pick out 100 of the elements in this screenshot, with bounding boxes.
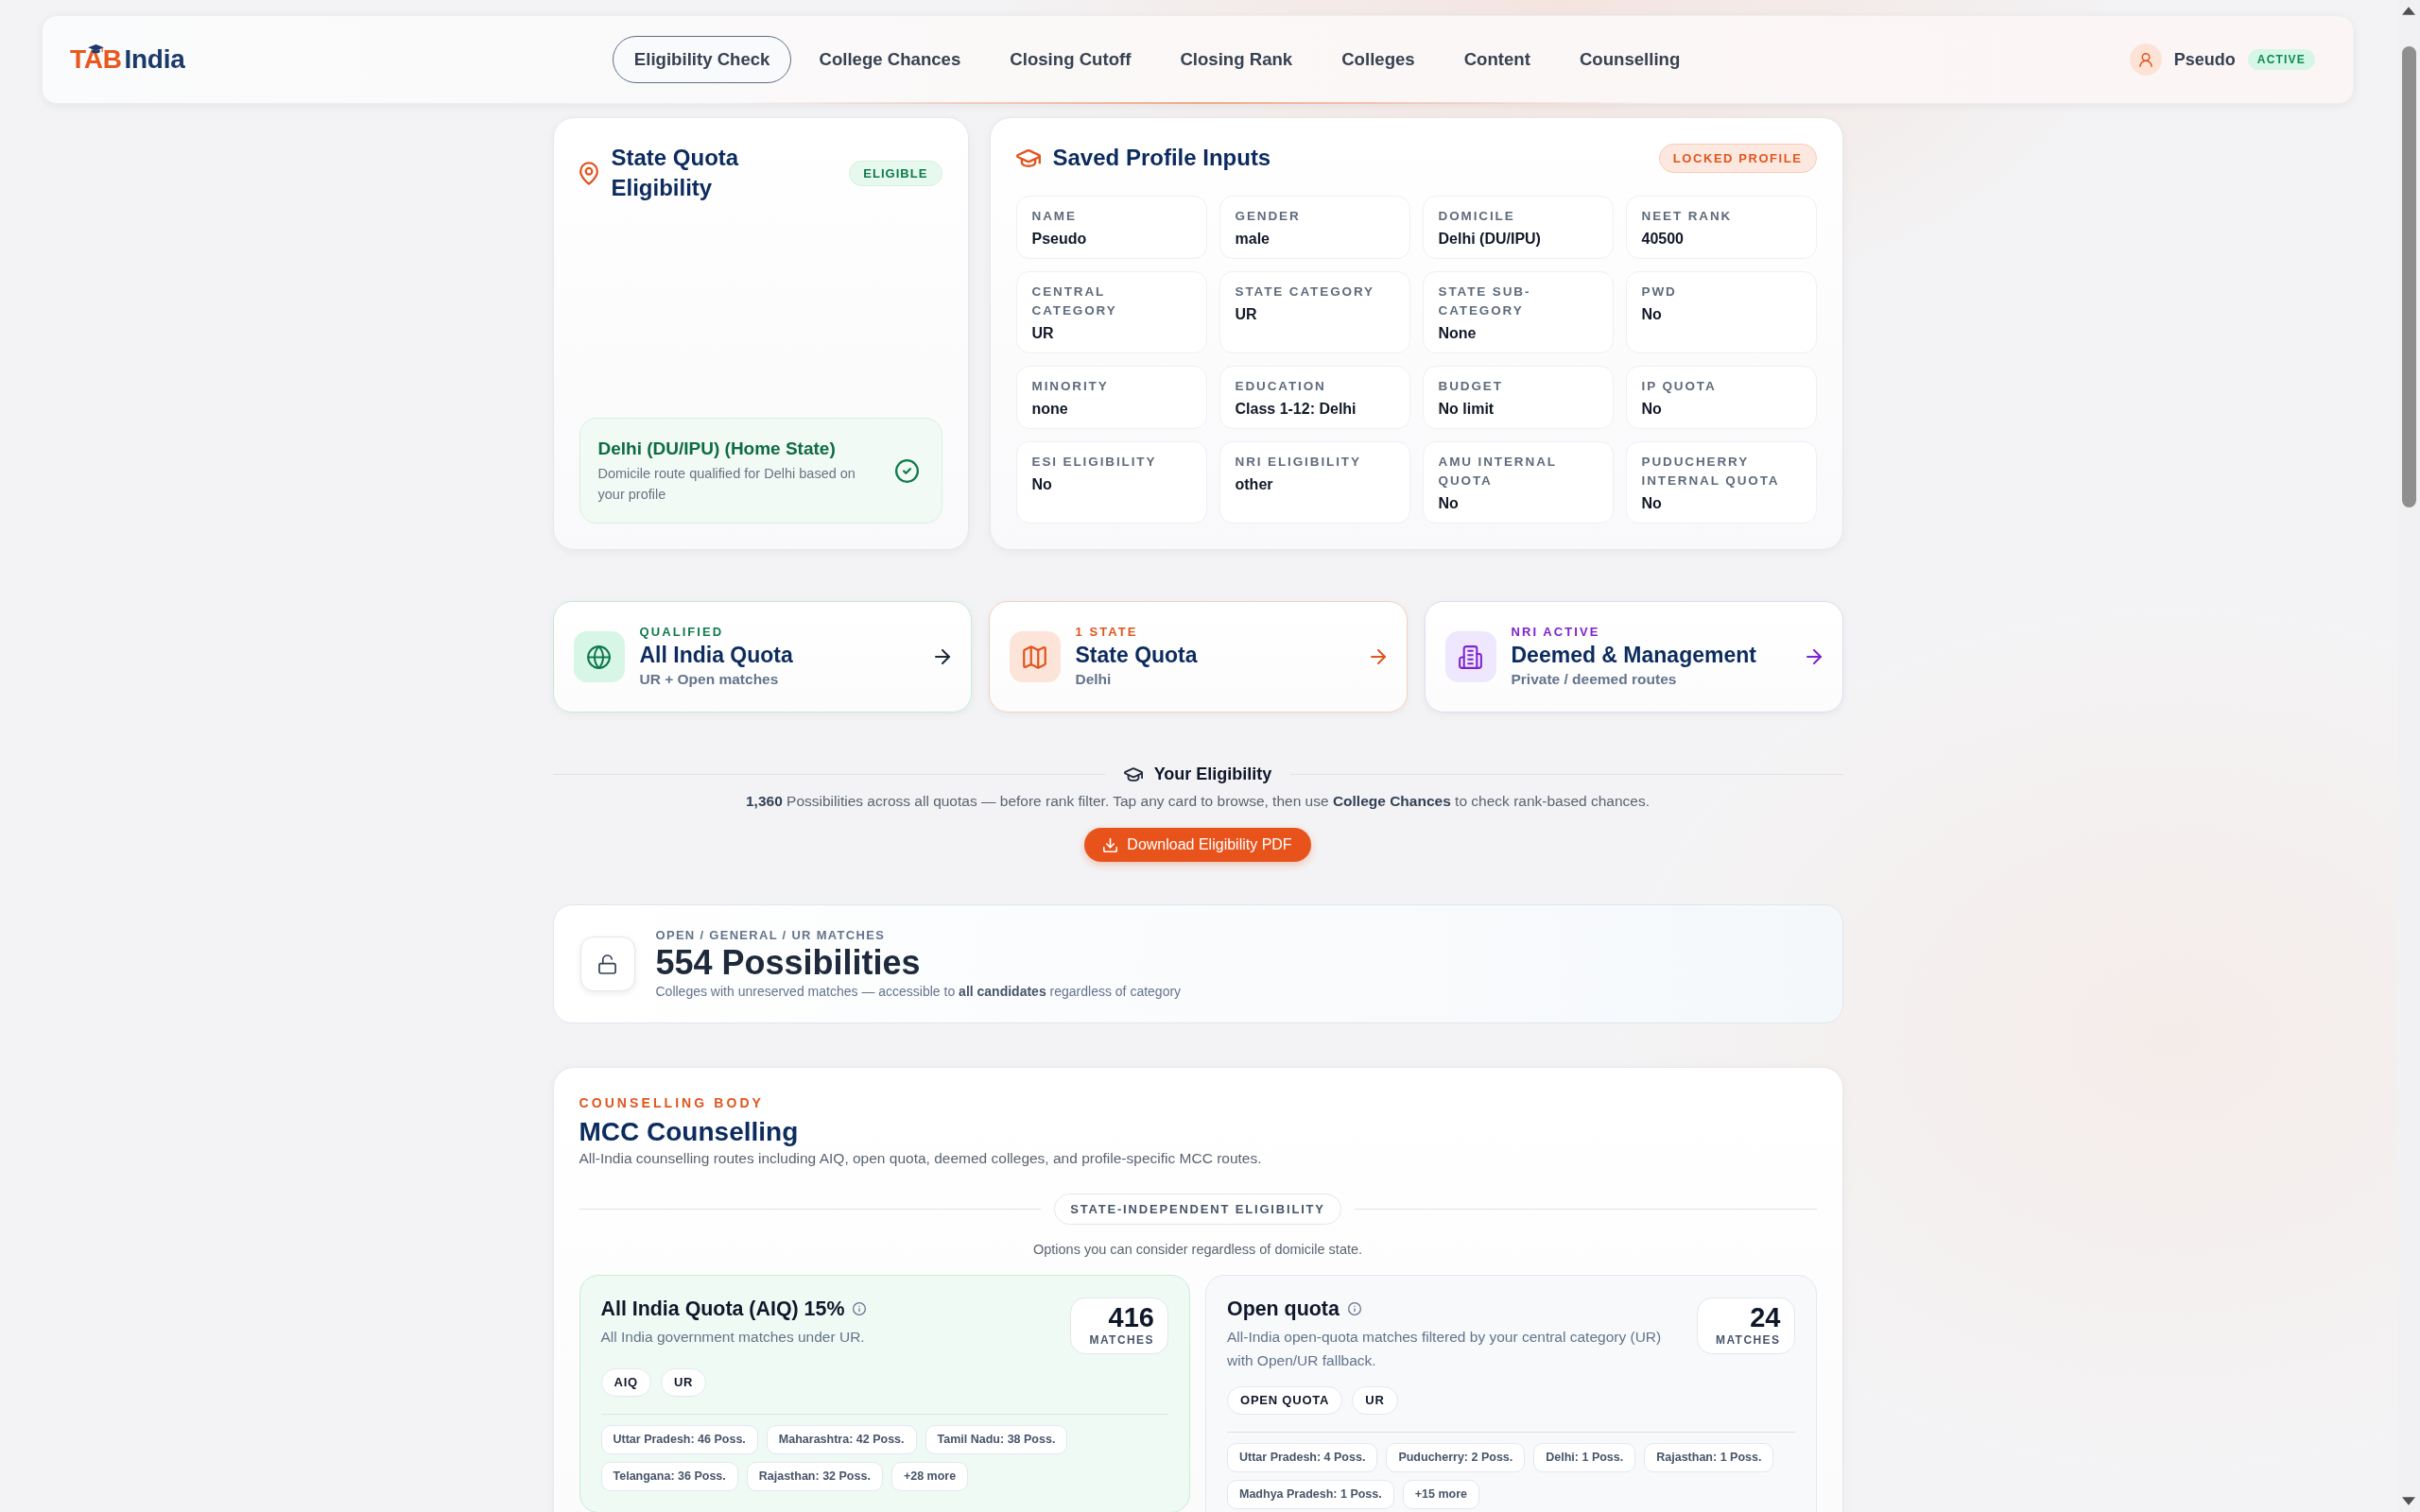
state-chip[interactable]: Rajasthan: 32 Poss.	[746, 1462, 883, 1491]
quota-subtitle: UR + Open matches	[639, 670, 780, 689]
match-count: 416	[1107, 1303, 1154, 1332]
eligible-badge: ELIGIBLE	[849, 160, 942, 186]
quota-card[interactable]: QUALIFIED All India Quota UR + Open matches	[552, 601, 972, 713]
field-label: ESI ELIGIBILITY	[1031, 454, 1158, 471]
nav-tab[interactable]: Colleges	[1320, 36, 1437, 83]
scrollbar-thumb[interactable]	[2401, 46, 2416, 507]
card-title: State Quota Eligibility	[611, 144, 740, 202]
home-state-description: Domicile route qualified for Delhi based on your profile	[597, 465, 856, 504]
counselling-description: All-India counselling routes including AIQ, open quota, deemed colleges, and profile-specific MCC routes.	[579, 1149, 1263, 1168]
quota-title: All India Quota	[639, 642, 794, 669]
field-label: DOMICILE	[1438, 208, 1516, 225]
field-label: STATE SUB-CATEGORY	[1438, 284, 1532, 319]
info-icon[interactable]	[853, 1302, 867, 1315]
quota-title: Deemed & Management	[1511, 642, 1757, 669]
state-chip[interactable]: Tamil Nadu: 38 Poss.	[925, 1425, 1068, 1454]
field-value: No	[1031, 475, 1053, 494]
location-pin-icon	[579, 161, 598, 185]
home-state-title: Delhi (DU/IPU) (Home State)	[597, 438, 837, 460]
scroll-up-icon[interactable]	[2402, 7, 2415, 15]
scroll-down-icon[interactable]	[2402, 1497, 2415, 1505]
state-chip[interactable]: Maharashtra: 42 Poss.	[766, 1425, 917, 1454]
download-pdf-button[interactable]: Download Eligibility PDF	[1084, 828, 1311, 862]
nav-tab[interactable]: Closing Cutoff	[988, 36, 1153, 83]
field-value: UR	[1235, 305, 1258, 324]
quota-card[interactable]: NRI ACTIVE Deemed & Management Private / deemed routes	[1424, 601, 1843, 713]
field-value: other	[1235, 475, 1274, 494]
open-matches-description: Colleges with unreserved matches — accessible to all candidates regardless of category	[655, 983, 1182, 1001]
quota-subtitle: Delhi	[1075, 670, 1113, 689]
state-chip[interactable]: Madhya Pradesh: 1 Poss.	[1227, 1480, 1394, 1509]
graduation-cap-icon	[1015, 148, 1041, 167]
unlock-icon	[579, 936, 635, 991]
match-count-label: MATCHES	[1088, 1332, 1154, 1348]
arrow-right-icon	[934, 649, 950, 664]
user-name: Pseudo	[2173, 49, 2236, 70]
field-label: NRI ELIGIBILITY	[1235, 454, 1362, 471]
route-title: Open quota	[1227, 1297, 1340, 1322]
field-value: male	[1235, 230, 1270, 249]
section-note: Options you can consider regardless of domicile state.	[1031, 1241, 1364, 1259]
route-description: All-India open-quota matches filtered by your central category (UR) with Open/UR fallback.	[1227, 1328, 1663, 1370]
nav-tab[interactable]: Closing Rank	[1158, 36, 1315, 83]
route-description: All India government matches under UR.	[600, 1328, 866, 1347]
download-icon	[1103, 837, 1118, 852]
locked-badge: LOCKED PROFILE	[1658, 143, 1817, 173]
route-card[interactable]: All India Quota (AIQ) 15% All India government matches under UR. 416 MATCHES AIQ UR Uttar Pradesh: 46 Poss. Maharashtra: 42 Poss. Tamil Nadu: 38 Poss. Telangana: 36 Poss. Rajasthan: 32 Poss. +28 more	[579, 1275, 1190, 1512]
counselling-eyebrow: COUNSELLING BODY	[579, 1094, 765, 1111]
nav-tab[interactable]: Counselling	[1557, 36, 1703, 83]
route-tag: AIQ	[600, 1368, 651, 1397]
state-chip[interactable]: Uttar Pradesh: 46 Poss.	[600, 1425, 758, 1454]
info-icon[interactable]	[1347, 1302, 1361, 1315]
state-chip[interactable]: Telangana: 36 Poss.	[600, 1462, 738, 1491]
logo[interactable]: TABIndia	[70, 43, 185, 76]
open-matches-title: 554 Possibilities	[655, 944, 922, 982]
quota-card[interactable]: 1 STATE State Quota Delhi	[988, 601, 1408, 713]
more-chip[interactable]: +28 more	[890, 1462, 969, 1491]
route-card[interactable]	[1205, 1275, 1817, 1512]
match-count: 24	[1749, 1303, 1781, 1332]
section-title: Your Eligibility	[1153, 764, 1272, 785]
map-icon	[1009, 631, 1061, 682]
route-tag: OPEN QUOTA	[1227, 1386, 1343, 1415]
route-title: All India Quota (AIQ) 15%	[600, 1297, 845, 1322]
arrow-right-icon	[1806, 649, 1822, 664]
field-value: none	[1031, 400, 1069, 419]
field-value: None	[1438, 324, 1478, 343]
section-label: STATE-INDEPENDENT ELIGIBILITY	[1054, 1194, 1341, 1225]
eligibility-summary: 1,360 Possibilities across all quotas — before rank filter. Tap any card to browse, then use College Chances to check rank-based chances.	[745, 792, 1651, 811]
field-label: NAME	[1031, 208, 1078, 225]
field-value: 40500	[1641, 230, 1685, 249]
nav-tab[interactable]: Content	[1442, 36, 1552, 83]
field-value: Pseudo	[1031, 230, 1088, 249]
state-chip[interactable]: Rajasthan: 1 Poss.	[1644, 1443, 1774, 1472]
nav-tab[interactable]: Eligibility Check	[612, 36, 792, 83]
open-matches-label: OPEN / GENERAL / UR MATCHES	[655, 927, 887, 944]
field-value: No	[1438, 494, 1460, 513]
quota-title: State Quota	[1075, 642, 1199, 669]
nav-tab[interactable]: College Chances	[797, 36, 983, 83]
status-badge: ACTIVE	[2247, 49, 2315, 70]
match-count-label: MATCHES	[1714, 1332, 1781, 1348]
field-label: NEET RANK	[1641, 208, 1734, 225]
field-value: Class 1-12: Delhi	[1235, 400, 1357, 419]
field-value: No limit	[1438, 400, 1495, 419]
more-chip[interactable]: +15 more	[1402, 1480, 1479, 1509]
state-chip[interactable]: Puducherry: 2 Poss.	[1386, 1443, 1526, 1472]
route-tag: UR	[1352, 1386, 1398, 1415]
state-chip[interactable]: Delhi: 1 Poss.	[1533, 1443, 1636, 1472]
avatar-icon[interactable]	[2129, 43, 2162, 76]
field-label: AMU INTERNAL QUOTA	[1438, 454, 1558, 490]
state-chip[interactable]: Uttar Pradesh: 4 Poss.	[1227, 1443, 1378, 1472]
graduation-cap-icon	[1123, 766, 1143, 782]
field-value: UR	[1031, 324, 1055, 343]
field-label: BUDGET	[1438, 378, 1504, 395]
field-label: STATE CATEGORY	[1235, 284, 1375, 301]
card-title: Saved Profile Inputs	[1052, 144, 1271, 172]
building-icon	[1444, 631, 1496, 682]
field-label: GENDER	[1235, 208, 1302, 225]
check-circle-icon	[894, 458, 919, 483]
field-label: CENTRAL CATEGORY	[1031, 284, 1118, 319]
field-value: No	[1641, 305, 1663, 324]
globe-icon	[573, 631, 625, 682]
